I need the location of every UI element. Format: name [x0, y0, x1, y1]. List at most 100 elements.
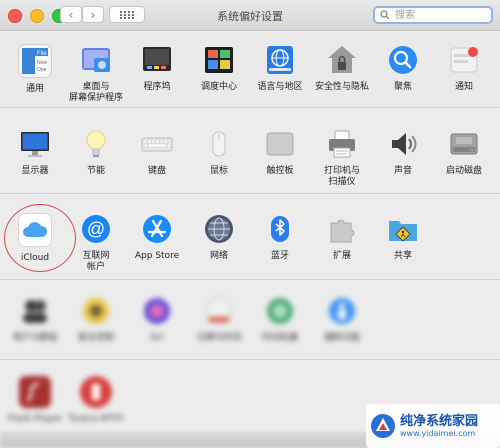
pref-mission-control[interactable]: 调度中心: [189, 44, 249, 93]
desktop-screensaver-icon: [80, 44, 112, 76]
siri-icon: [141, 295, 173, 327]
window-titlebar: ‹ › 系统偏好设置: [0, 0, 500, 31]
pref-language-region[interactable]: 语言与地区: [250, 44, 310, 93]
forward-button[interactable]: ›: [82, 6, 104, 23]
printers-scanners-icon: [326, 128, 358, 160]
energy-saver-icon: [80, 128, 112, 160]
pref-label: 鼠标: [209, 166, 228, 176]
bluetooth-icon: [264, 213, 296, 245]
close-button[interactable]: [8, 9, 22, 23]
svg-text:Ope: Ope: [37, 67, 47, 73]
window-controls: [8, 9, 66, 23]
pref-app-store[interactable]: App Store: [127, 213, 187, 262]
search-input[interactable]: [393, 8, 489, 22]
pref-accessibility[interactable]: 辅助功能: [312, 295, 372, 344]
minimize-button[interactable]: [30, 9, 44, 23]
dock-icon: [141, 44, 173, 76]
pref-label: 家长控制: [77, 333, 114, 343]
pref-dock[interactable]: 程序坞: [127, 44, 187, 93]
section-divider: [0, 107, 500, 108]
chevron-left-icon: ‹: [68, 7, 74, 22]
flash-player-icon: [19, 376, 51, 408]
pref-time-machine[interactable]: 时间机器: [250, 295, 310, 344]
trackpad-icon: [264, 128, 296, 160]
pref-sharing[interactable]: 共享: [373, 213, 433, 262]
pref-label: 触控板: [266, 166, 294, 176]
section-divider: [0, 359, 500, 360]
pref-label: 用户与群组: [12, 333, 58, 343]
pref-label: 桌面与 屏幕保护程序: [68, 82, 123, 103]
pref-flash-player[interactable]: Flash Player: [5, 376, 65, 425]
displays-icon: [19, 128, 51, 160]
back-button[interactable]: ‹: [60, 6, 82, 23]
security-privacy-icon: [326, 44, 358, 76]
pref-label: 调度中心: [200, 82, 237, 92]
pref-label: 语言与地区: [257, 82, 303, 92]
pref-security-privacy[interactable]: 安全性与隐私: [312, 44, 372, 93]
svg-text:@: @: [87, 219, 105, 239]
pref-spotlight[interactable]: 聚焦: [373, 44, 433, 93]
pref-label: 安全性与隐私: [314, 82, 369, 92]
show-all-button[interactable]: [109, 6, 145, 23]
pref-label: Tuxera NTFS: [68, 414, 124, 424]
pref-label: 聚焦: [393, 82, 412, 92]
pref-energy-saver[interactable]: 节能: [66, 128, 126, 177]
pref-label: 辅助功能: [323, 333, 360, 343]
pref-printers-scanners[interactable]: 打印机与 扫描仪: [312, 128, 372, 188]
sound-icon: [387, 128, 419, 160]
pref-startup-disk[interactable]: 启动磁盘: [434, 128, 494, 177]
notifications-icon: [448, 44, 480, 76]
pref-sound[interactable]: 声音: [373, 128, 433, 177]
startup-disk-icon: [448, 128, 480, 160]
pref-label: 互联网 帐户: [82, 251, 110, 272]
pref-label: 时间机器: [261, 333, 298, 343]
tuxera-ntfs-icon: [80, 376, 112, 408]
pref-trackpad[interactable]: 触控板: [250, 128, 310, 177]
pref-general[interactable]: File New Ope 通用: [5, 44, 65, 95]
pref-bluetooth[interactable]: 蓝牙: [250, 213, 310, 262]
section-divider: [0, 279, 500, 280]
pref-mouse[interactable]: 鼠标: [189, 128, 249, 177]
section-system: 用户与群组 家长控制 Siri 日期与时间 时间机器 辅助功能: [0, 287, 500, 347]
watermark-url: www.yidaimei.com: [400, 428, 476, 438]
pref-label: 打印机与 扫描仪: [323, 166, 360, 187]
parental-controls-icon: [80, 295, 112, 327]
pref-label: 显示器: [21, 166, 49, 176]
pref-extensions[interactable]: 扩展: [312, 213, 372, 262]
highlight-circle: [4, 204, 76, 272]
pref-notifications[interactable]: 通知: [434, 44, 494, 93]
extensions-icon: [326, 213, 358, 245]
pref-parental-controls[interactable]: 家长控制: [66, 295, 126, 344]
pref-label: App Store: [134, 251, 180, 261]
pref-label: 键盘: [147, 166, 166, 176]
keyboard-icon: [141, 128, 173, 160]
pref-label: 扩展: [332, 251, 351, 261]
pref-tuxera-ntfs[interactable]: Tuxera NTFS: [66, 376, 126, 425]
network-icon: [203, 213, 235, 245]
pref-keyboard[interactable]: 键盘: [127, 128, 187, 177]
language-region-icon: [264, 44, 296, 76]
pref-siri[interactable]: Siri: [127, 295, 187, 344]
search-field[interactable]: [373, 6, 493, 24]
pref-label: 通用: [25, 84, 44, 94]
svg-text:File: File: [37, 51, 47, 57]
time-machine-icon: [264, 295, 296, 327]
pref-users-groups[interactable]: 用户与群组: [5, 295, 65, 344]
pref-displays[interactable]: 显示器: [5, 128, 65, 177]
mission-control-icon: [203, 44, 235, 76]
pref-label: 蓝牙: [270, 251, 289, 261]
spotlight-icon: [387, 44, 419, 76]
pref-date-time[interactable]: 日期与时间: [189, 295, 249, 344]
watermark: 纯净系统家园 www.yidaimei.com: [366, 404, 500, 448]
sharing-icon: [387, 213, 419, 245]
general-icon: File New Ope: [18, 44, 52, 78]
pref-network[interactable]: 网络: [189, 213, 249, 262]
svg-text:New: New: [37, 60, 47, 66]
search-icon: [380, 10, 390, 20]
app-store-icon: [141, 213, 173, 245]
pref-desktop-screensaver[interactable]: 桌面与 屏幕保护程序: [66, 44, 126, 104]
users-groups-icon: [19, 295, 51, 327]
pref-label: 节能: [86, 166, 105, 176]
pref-label: 程序坞: [143, 82, 171, 92]
pref-label: 通知: [454, 82, 473, 92]
